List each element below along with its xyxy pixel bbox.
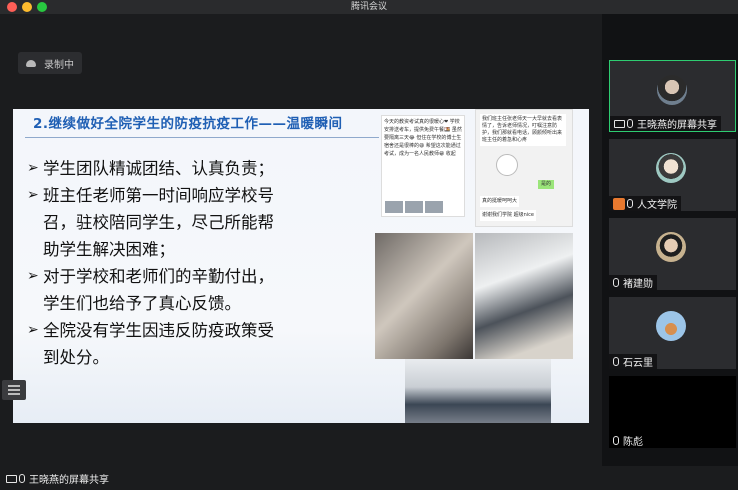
screen-share-icon [614,119,625,128]
mic-icon [19,474,25,483]
wechat-chat-screenshot: 我们班主任张老师天一大早就去看表情了，告诉老师情况，叮嘱注意防护，我们那就看电话… [475,109,573,227]
slide-title: 2.继续做好全院学生的防疫抗疫工作——温暖瞬间 [33,116,343,132]
recording-label: 录制中 [44,59,74,71]
screen-share-status: 王晓燕的屏幕共享 [4,471,109,486]
participant-tile[interactable]: 褚建勋 [609,218,736,290]
mic-icon [627,119,633,128]
bullet-arrow-icon: ➢ [27,322,39,338]
moment-text: 今天的教资考试真的很暖心❤ 学校安排送考车，提供免费午餐🍱 虽然要隔离三天😂 但… [384,119,462,157]
avatar [656,153,686,183]
participant-tile[interactable]: 王晓燕的屏幕共享 [609,60,736,132]
chat-message: 真的挺暖呵呵大 [480,196,520,207]
slide-bullet: ➢ 对于学校和老师们的辛勤付出， 学生们也给予了真心反馈。 [27,263,367,317]
mic-icon [613,436,619,445]
mic-icon [627,199,633,208]
participant-sidebar: 王晓燕的屏幕共享 人文学院 褚建勋 石云里 陈彪 [602,14,738,466]
participant-tile[interactable]: 人文学院 [609,139,736,211]
title-bar: 腾讯会议 [0,0,738,14]
screen-share-icon [6,474,17,483]
participant-label: 王晓燕的屏幕共享 [610,116,721,131]
slide-bullet: ➢ 全院没有学生因违反防疫政策受 到处分。 [27,317,367,371]
participant-tile[interactable]: 陈彪 [609,376,736,448]
avatar [657,75,687,105]
participant-label: 石云里 [609,354,657,369]
sticker-image [496,154,518,176]
chat-reply: 是的 [538,180,555,189]
bottom-status-bar: 王晓燕的屏幕共享 [0,466,738,490]
host-icon [613,197,625,210]
dorm-photo-2 [475,233,573,359]
participant-label: 人文学院 [609,196,681,211]
avatar [656,311,686,341]
bullet-arrow-icon: ➢ [27,187,39,203]
participant-tile[interactable]: 石云里 [609,297,736,369]
presentation-slide: 2.继续做好全院学生的防疫抗疫工作——温暖瞬间 ➢ 学生团队精诚团结、认真负责；… [13,109,589,423]
menu-toggle-button[interactable] [2,380,26,400]
slide-bullet-list: ➢ 学生团队精诚团结、认真负责； ➢ 班主任老师第一时间响应学校号 召，驻校陪同… [27,155,367,371]
participant-label: 陈彪 [609,433,647,448]
wechat-moment-screenshot: 今天的教资考试真的很暖心❤ 学校安排送考车，提供免费午餐🍱 虽然要隔离三天😂 但… [381,115,465,217]
recording-indicator[interactable]: 录制中 [18,52,82,74]
slide-bullet: ➢ 学生团队精诚团结、认真负责； [27,155,367,182]
cloud-record-icon [26,59,36,67]
slide-bullet: ➢ 班主任老师第一时间响应学校号 召，驻校陪同学生，尽己所能帮 助学生解决困难； [27,182,367,263]
shared-screen-area: 录制中 2.继续做好全院学生的防疫抗疫工作——温暖瞬间 ➢ 学生团队精诚团结、认… [0,14,602,466]
mic-icon [613,278,619,287]
mic-icon [613,357,619,366]
bullet-arrow-icon: ➢ [27,268,39,284]
bullet-arrow-icon: ➢ [27,160,39,176]
avatar [656,232,686,262]
classroom-photo [405,359,551,423]
dorm-photo-1 [375,233,473,359]
slide-title-divider [25,137,379,138]
window-title: 腾讯会议 [350,2,387,12]
chat-message: 我们班主任张老师天一大早就去看表情了，告诉老师情况，叮嘱注意防护，我们那就看电话… [480,114,566,146]
moment-photos [385,201,443,213]
chat-message: 谢谢我们学院 超级nice [480,210,536,221]
participant-label: 褚建勋 [609,275,657,290]
